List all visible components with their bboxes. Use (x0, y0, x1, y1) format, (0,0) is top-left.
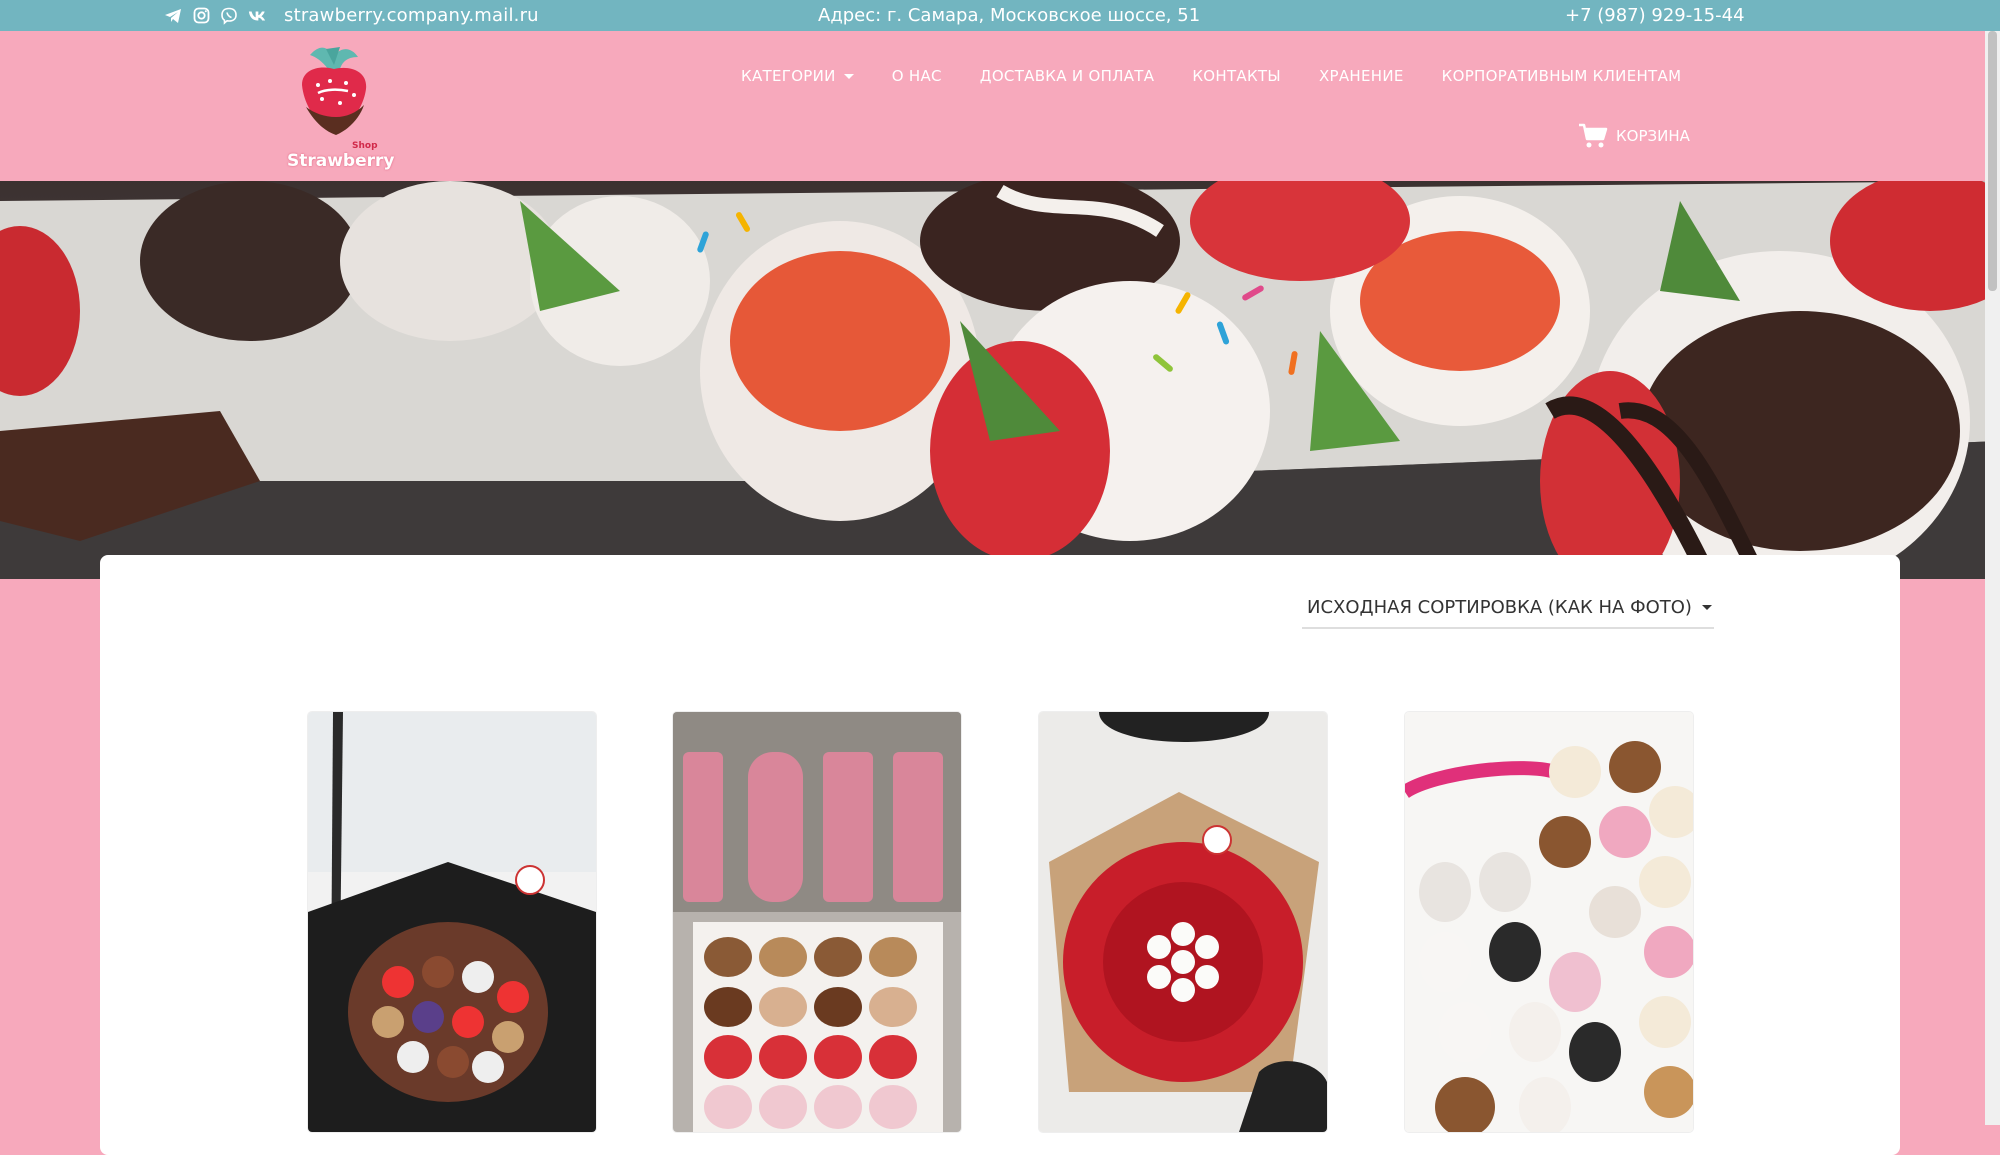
chevron-down-icon (843, 73, 854, 79)
site-header: Shop Strawberry КАТЕГОРИИ О НАС ДОСТАВКА… (0, 31, 2000, 181)
product-card[interactable] (1039, 712, 1327, 1132)
product-image (1039, 712, 1327, 1132)
email-link[interactable]: strawberry.company.mail.ru (284, 5, 539, 26)
phone-link[interactable]: +7 (987) 929-15-44 (1565, 5, 1745, 26)
chevron-down-icon (1701, 604, 1712, 610)
logo-shop-text: Shop (352, 141, 378, 151)
address-text: Адрес: г. Самара, Московское шоссе, 51 (818, 5, 1201, 26)
nav-item-label: КОНТАКТЫ (1192, 67, 1281, 85)
logo-brand-text: Strawberry (287, 151, 395, 171)
cart-label: КОРЗИНА (1616, 127, 1690, 145)
product-image (308, 712, 596, 1132)
vk-icon[interactable] (248, 7, 266, 25)
product-card[interactable] (1405, 712, 1693, 1132)
product-card[interactable] (673, 712, 961, 1132)
strawberry-logo-icon (302, 47, 367, 135)
viber-icon[interactable] (220, 7, 238, 25)
site-logo[interactable]: Shop Strawberry (282, 41, 394, 175)
nav-item-label: КАТЕГОРИИ (741, 67, 836, 85)
instagram-icon[interactable] (192, 7, 210, 25)
cart-link[interactable]: КОРЗИНА (1578, 123, 1690, 149)
nav-item-label: ХРАНЕНИЕ (1318, 67, 1404, 85)
nav-item-corporate[interactable]: КОРПОРАТИВНЫМ КЛИЕНТАМ (1442, 67, 1682, 85)
product-image (673, 712, 961, 1132)
nav-item-contacts[interactable]: КОНТАКТЫ (1192, 67, 1281, 85)
nav-item-label: КОРПОРАТИВНЫМ КЛИЕНТАМ (1441, 67, 1682, 85)
top-bar: strawberry.company.mail.ru Адрес: г. Сам… (0, 0, 2000, 31)
nav-item-label: ДОСТАВКА И ОПЛАТА (979, 67, 1155, 85)
nav-item-about[interactable]: О НАС (892, 67, 942, 85)
main-nav: КАТЕГОРИИ О НАС ДОСТАВКА И ОПЛАТА КОНТАК… (741, 67, 1719, 85)
product-image (1405, 712, 1693, 1132)
sort-select-value: ИСХОДНАЯ СОРТИРОВКА (КАК НА ФОТО) (1307, 596, 1692, 618)
page-scrollbar[interactable] (1985, 31, 2000, 1125)
hero-banner (0, 181, 2000, 579)
nav-item-delivery[interactable]: ДОСТАВКА И ОПЛАТА (980, 67, 1155, 85)
product-card[interactable] (308, 712, 596, 1132)
cart-icon (1579, 123, 1608, 148)
social-links (164, 0, 266, 31)
sort-select[interactable]: ИСХОДНАЯ СОРТИРОВКА (КАК НА ФОТО) (1302, 587, 1714, 629)
hero-strawberries-image (0, 181, 2000, 579)
nav-item-label: О НАС (891, 67, 942, 85)
scrollbar-thumb[interactable] (1988, 31, 1997, 291)
telegram-icon[interactable] (164, 7, 182, 25)
nav-item-storage[interactable]: ХРАНЕНИЕ (1319, 67, 1404, 85)
nav-item-categories[interactable]: КАТЕГОРИИ (741, 67, 854, 85)
